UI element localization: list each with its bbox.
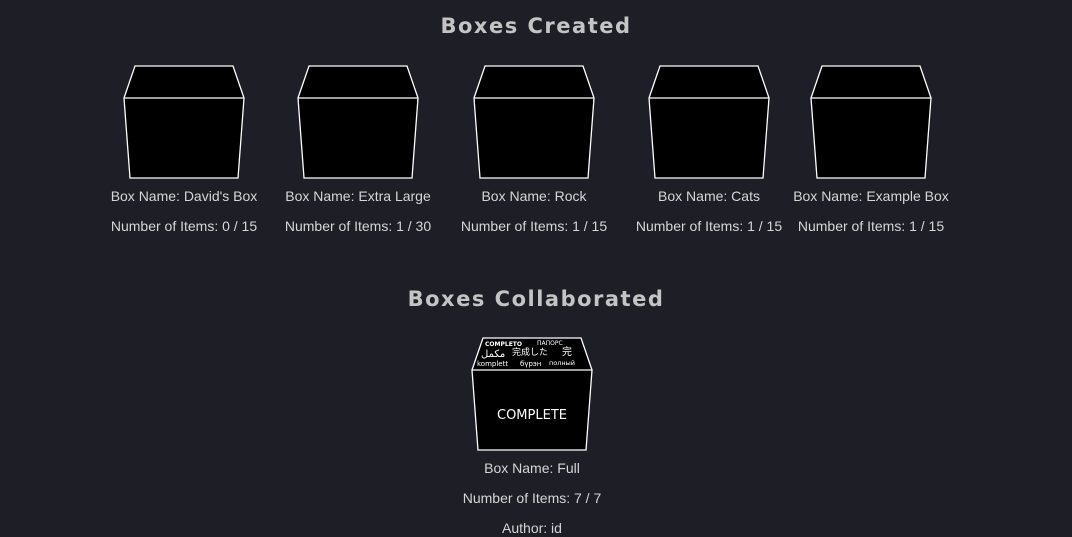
box-name: Box Name: Example Box <box>793 188 949 204</box>
box-card[interactable]: Box Name: Cats Number of Items: 1 / 15 <box>624 64 794 235</box>
boxes-created-title: Boxes Created <box>440 14 632 38</box>
lid-word: مكمل <box>481 349 505 360</box>
box-icon <box>648 65 770 179</box>
box-item-count: Number of Items: 1 / 15 <box>635 218 783 234</box>
lid-word: полный <box>549 359 575 367</box>
box-item-count: Number of Items: 7 / 7 <box>462 490 602 506</box>
box-card[interactable]: Box Name: Example Box Number of Items: 1… <box>786 64 956 235</box>
box-name: Box Name: Cats <box>658 188 760 204</box>
box-name: Box Name: David's Box <box>110 188 258 204</box>
box-item-count: Number of Items: 1 / 15 <box>797 218 945 234</box>
lid-word: 完 <box>562 345 572 358</box>
box-icon <box>297 65 419 179</box>
box-card[interactable]: Box Name: Extra Large Number of Items: 1… <box>273 64 443 235</box>
box-name: Box Name: Rock <box>481 188 587 204</box>
lid-word: бүрэн <box>520 360 541 368</box>
lid-word: komplett <box>477 360 508 368</box>
box-label-complete: COMPLETE <box>497 408 567 423</box>
lid-word: ПАПОРС <box>537 340 563 347</box>
box-item-count: Number of Items: 1 / 15 <box>460 218 608 234</box>
box-name: Box Name: Full <box>484 460 580 476</box>
box-author: Author: id <box>502 520 562 536</box>
box-item-count: Number of Items: 0 / 15 <box>110 218 258 234</box>
box-card[interactable]: Box Name: David's Box Number of Items: 0… <box>99 64 269 235</box>
box-icon <box>473 65 595 179</box>
lid-word: 完成した <box>512 346 548 358</box>
box-card[interactable]: Box Name: Rock Number of Items: 1 / 15 <box>449 64 619 235</box>
box-card[interactable]: COMPLETO ПАПОРС مكمل 完成した 完 komplett бүр… <box>447 336 617 537</box>
box-name: Box Name: Extra Large <box>285 188 431 204</box>
box-item-count: Number of Items: 1 / 30 <box>284 218 432 234</box>
box-icon <box>123 65 245 179</box>
lid-word: COMPLETO <box>485 341 522 348</box>
complete-box-icon: COMPLETO ПАПОРС مكمل 完成した 完 komplett бүр… <box>471 337 593 451</box>
box-icon <box>810 65 932 179</box>
boxes-collaborated-title: Boxes Collaborated <box>407 287 665 311</box>
